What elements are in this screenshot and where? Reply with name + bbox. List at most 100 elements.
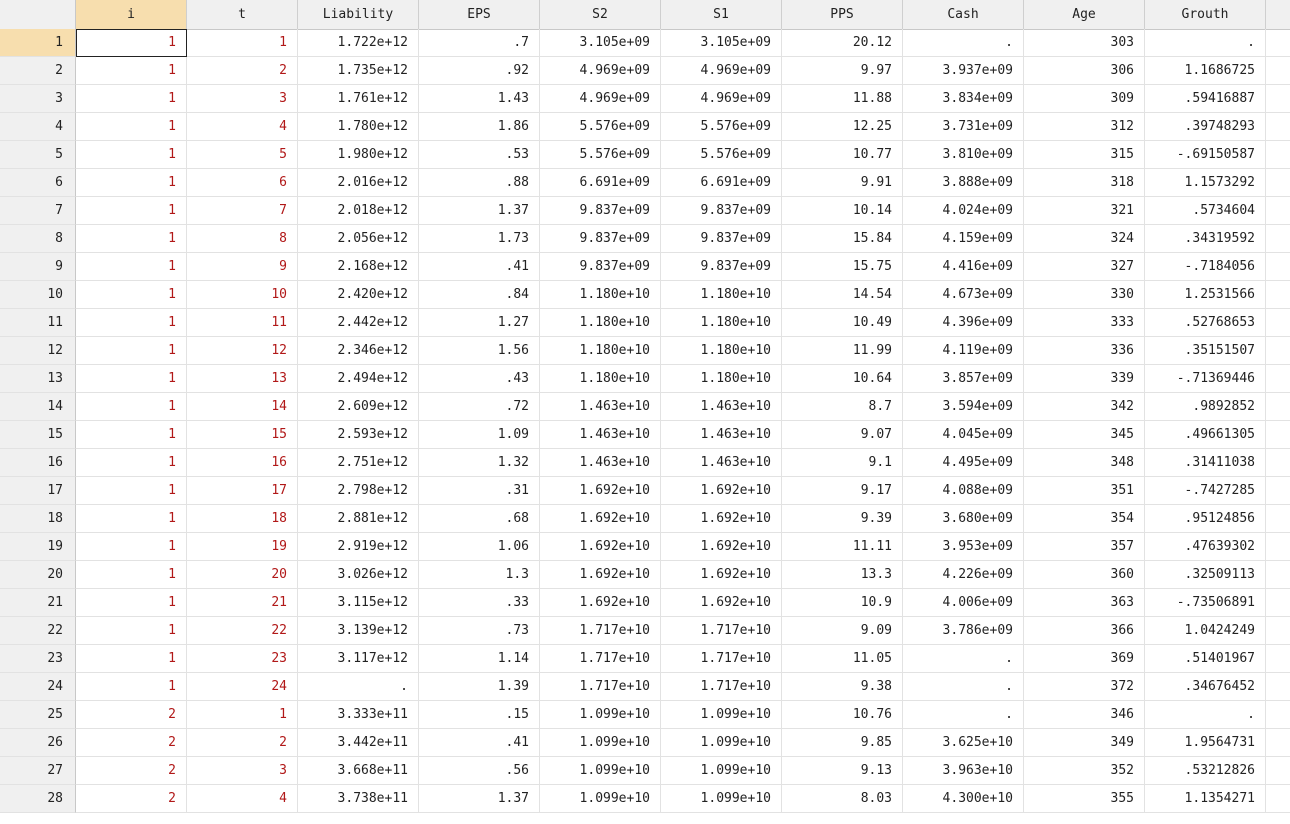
- cell-eps[interactable]: .88: [419, 169, 540, 197]
- cell-age[interactable]: 318: [1024, 169, 1145, 197]
- cell-s1[interactable]: 1.717e+10: [661, 673, 782, 701]
- cell-cash[interactable]: 3.625e+10: [903, 729, 1024, 757]
- cell-pps[interactable]: 10.14: [782, 197, 903, 225]
- cell-s1[interactable]: 1.180e+10: [661, 281, 782, 309]
- table-row[interactable]: 22 1 22 3.139e+12.73 1.717e+10 1.717e+10 9.09 3…: [0, 617, 1290, 645]
- row-number[interactable]: 27: [0, 757, 76, 785]
- cell-liability[interactable]: 1.780e+12: [298, 113, 419, 141]
- cell-age[interactable]: 330: [1024, 281, 1145, 309]
- row-number[interactable]: 21: [0, 589, 76, 617]
- cell-t[interactable]: 13: [187, 365, 298, 393]
- cell-grouth[interactable]: .34676452: [1145, 673, 1266, 701]
- cell-grouth[interactable]: .52768653: [1145, 309, 1266, 337]
- table-row[interactable]: 26 2 2 3.442e+11.41 1.099e+10 1.099e+10 9.85 3.…: [0, 729, 1290, 757]
- table-row[interactable]: 8 1 8 2.056e+12 1.73 9.837e+09 9.837e+09 15.84 4…: [0, 225, 1290, 253]
- cell-t[interactable]: 12: [187, 337, 298, 365]
- cell-grouth[interactable]: .31411038: [1145, 449, 1266, 477]
- row-number[interactable]: 9: [0, 253, 76, 281]
- cell-grouth[interactable]: .59416887: [1145, 85, 1266, 113]
- cell-age[interactable]: 369: [1024, 645, 1145, 673]
- cell-i[interactable]: 2: [76, 757, 187, 785]
- cell-grouth[interactable]: 1.0424249: [1145, 617, 1266, 645]
- cell-s2[interactable]: 1.717e+10: [540, 645, 661, 673]
- cell-cash[interactable]: 3.731e+09: [903, 113, 1024, 141]
- cell-eps[interactable]: .43: [419, 365, 540, 393]
- cell-cash[interactable]: 3.810e+09: [903, 141, 1024, 169]
- row-number[interactable]: 8: [0, 225, 76, 253]
- cell-i[interactable]: 1: [76, 421, 187, 449]
- cell-s2[interactable]: 1.180e+10: [540, 281, 661, 309]
- cell-i[interactable]: 1: [76, 645, 187, 673]
- cell-t[interactable]: 15: [187, 421, 298, 449]
- cell-cash[interactable]: 3.937e+09: [903, 57, 1024, 85]
- table-row[interactable]: 17 1 17 2.798e+12.31 1.692e+10 1.692e+10 9.17 4…: [0, 477, 1290, 505]
- table-row[interactable]: 14 1 14 2.609e+12.72 1.463e+10 1.463e+10 8.7 3.…: [0, 393, 1290, 421]
- cell-liability[interactable]: 1.735e+12: [298, 57, 419, 85]
- cell-i[interactable]: 1: [76, 29, 187, 57]
- cell-pps[interactable]: 11.88: [782, 85, 903, 113]
- row-number[interactable]: 11: [0, 309, 76, 337]
- cell-pps[interactable]: 9.39: [782, 505, 903, 533]
- cell-eps[interactable]: 1.06: [419, 533, 540, 561]
- cell-grouth[interactable]: 1.2531566: [1145, 281, 1266, 309]
- cell-eps[interactable]: 1.3: [419, 561, 540, 589]
- cell-age[interactable]: 333: [1024, 309, 1145, 337]
- cell-s2[interactable]: 4.969e+09: [540, 57, 661, 85]
- table-row[interactable]: 7 1 7 2.018e+12 1.37 9.837e+09 9.837e+09 10.14 4…: [0, 197, 1290, 225]
- cell-grouth[interactable]: -.73506891: [1145, 589, 1266, 617]
- cell-eps[interactable]: .68: [419, 505, 540, 533]
- cell-s2[interactable]: 4.969e+09: [540, 85, 661, 113]
- row-number[interactable]: 1: [0, 29, 76, 57]
- cell-pps[interactable]: 10.49: [782, 309, 903, 337]
- cell-grouth[interactable]: .53212826: [1145, 757, 1266, 785]
- cell-t[interactable]: 3: [187, 757, 298, 785]
- cell-i[interactable]: 1: [76, 337, 187, 365]
- cell-grouth[interactable]: .34319592: [1145, 225, 1266, 253]
- cell-i[interactable]: 1: [76, 253, 187, 281]
- table-row[interactable]: 6 1 6 2.016e+12.88 6.691e+09 6.691e+09 9.91 3.8…: [0, 169, 1290, 197]
- cell-s1[interactable]: 1.180e+10: [661, 365, 782, 393]
- cell-eps[interactable]: 1.09: [419, 421, 540, 449]
- cell-pps[interactable]: 20.12: [782, 29, 903, 57]
- cell-i[interactable]: 1: [76, 197, 187, 225]
- table-row[interactable]: 3 1 3 1.761e+12 1.43 4.969e+09 4.969e+09 11.88 3…: [0, 85, 1290, 113]
- row-number[interactable]: 16: [0, 449, 76, 477]
- cell-age[interactable]: 349: [1024, 729, 1145, 757]
- cell-pps[interactable]: 12.25: [782, 113, 903, 141]
- cell-s1[interactable]: 9.837e+09: [661, 225, 782, 253]
- row-number[interactable]: 25: [0, 701, 76, 729]
- cell-cash[interactable]: 3.680e+09: [903, 505, 1024, 533]
- cell-pps[interactable]: 11.11: [782, 533, 903, 561]
- cell-grouth[interactable]: .: [1145, 29, 1266, 57]
- table-row[interactable]: 11 1 11 2.442e+12 1.27 1.180e+10 1.180e+10 10.4…: [0, 309, 1290, 337]
- cell-pps[interactable]: 14.54: [782, 281, 903, 309]
- cell-s1[interactable]: 6.691e+09: [661, 169, 782, 197]
- table-row[interactable]: 16 1 16 2.751e+12 1.32 1.463e+10 1.463e+10 9.1 4…: [0, 449, 1290, 477]
- cell-s2[interactable]: 6.691e+09: [540, 169, 661, 197]
- cell-t[interactable]: 4: [187, 113, 298, 141]
- cell-grouth[interactable]: .: [1145, 701, 1266, 729]
- cell-age[interactable]: 351: [1024, 477, 1145, 505]
- cell-liability[interactable]: 3.738e+11: [298, 785, 419, 813]
- table-row[interactable]: 2 1 2 1.735e+12.92 4.969e+09 4.969e+09 9.97 3.9…: [0, 57, 1290, 85]
- cell-age[interactable]: 352: [1024, 757, 1145, 785]
- cell-s1[interactable]: 9.837e+09: [661, 253, 782, 281]
- cell-s1[interactable]: 5.576e+09: [661, 113, 782, 141]
- cell-cash[interactable]: 4.416e+09: [903, 253, 1024, 281]
- cell-eps[interactable]: .41: [419, 253, 540, 281]
- cell-cash[interactable]: 4.495e+09: [903, 449, 1024, 477]
- row-number[interactable]: 15: [0, 421, 76, 449]
- cell-liability[interactable]: 3.442e+11: [298, 729, 419, 757]
- cell-age[interactable]: 327: [1024, 253, 1145, 281]
- cell-eps[interactable]: 1.73: [419, 225, 540, 253]
- cell-eps[interactable]: 1.37: [419, 197, 540, 225]
- cell-liability[interactable]: 2.016e+12: [298, 169, 419, 197]
- cell-s2[interactable]: 9.837e+09: [540, 225, 661, 253]
- cell-s2[interactable]: 1.692e+10: [540, 505, 661, 533]
- cell-s1[interactable]: 1.717e+10: [661, 645, 782, 673]
- cell-grouth[interactable]: -.71369446: [1145, 365, 1266, 393]
- cell-s2[interactable]: 1.180e+10: [540, 309, 661, 337]
- cell-cash[interactable]: 4.396e+09: [903, 309, 1024, 337]
- cell-grouth[interactable]: 1.1354271: [1145, 785, 1266, 813]
- cell-cash[interactable]: 3.594e+09: [903, 393, 1024, 421]
